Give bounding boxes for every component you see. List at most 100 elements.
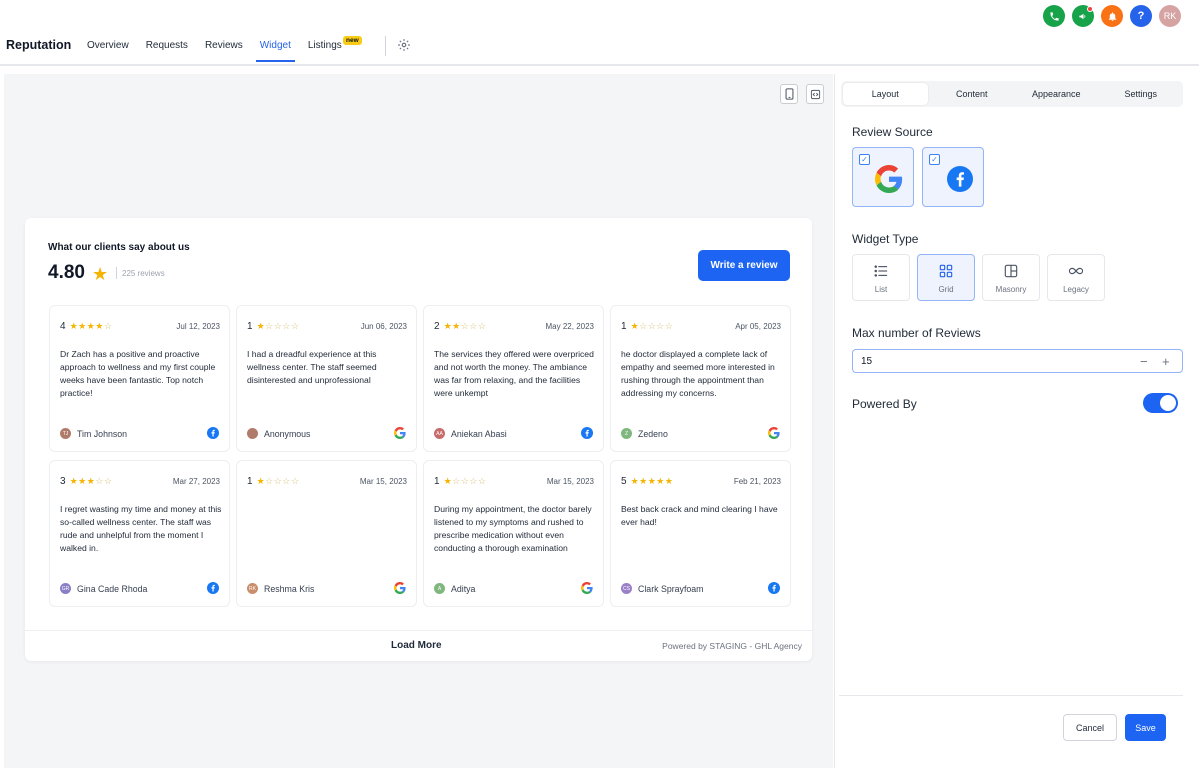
- mobile-preview-button[interactable]: [780, 84, 798, 104]
- facebook-icon[interactable]: [207, 582, 219, 594]
- review-rating: 1 ★☆☆☆☆: [621, 321, 673, 332]
- increment-button[interactable]: +: [1162, 354, 1170, 369]
- tab-content[interactable]: Content: [930, 81, 1015, 107]
- widget-type-masonry[interactable]: Masonry: [982, 254, 1040, 301]
- google-icon[interactable]: [393, 427, 406, 439]
- star-icon: ★: [92, 264, 109, 284]
- review-rating: 4 ★★★★☆: [60, 321, 112, 332]
- review-date: Jun 06, 2023: [360, 322, 407, 331]
- max-reviews-input[interactable]: 15: [852, 349, 1183, 373]
- max-reviews-label: Max number of Reviews: [852, 326, 981, 340]
- masonry-icon: [1004, 264, 1018, 278]
- powered-by-text: Powered by STAGING - GHL Agency: [662, 641, 802, 651]
- facebook-source-option[interactable]: ✓: [922, 147, 984, 207]
- save-button[interactable]: Save: [1125, 714, 1166, 741]
- review-author: RK Reshma Kris: [247, 583, 314, 594]
- review-rating: 5 ★★★★★: [621, 476, 673, 487]
- review-date: Mar 27, 2023: [172, 477, 220, 486]
- review-text: Dr Zach has a positive and proactive app…: [60, 349, 216, 398]
- tab-listings[interactable]: Listings: [308, 40, 342, 62]
- google-icon[interactable]: [580, 582, 593, 594]
- review-text: he doctor displayed a complete lack of e…: [621, 349, 775, 398]
- phone-icon[interactable]: [1043, 5, 1065, 27]
- review-rating-number: 4: [60, 321, 66, 332]
- review-date: Jul 12, 2023: [176, 322, 220, 331]
- review-author: TJ Tim Johnson: [60, 428, 127, 439]
- facebook-icon[interactable]: [768, 582, 780, 594]
- cancel-button[interactable]: Cancel: [1063, 714, 1117, 741]
- review-text: During my appointment, the doctor barely…: [434, 504, 592, 553]
- load-more-button[interactable]: Load More: [391, 640, 442, 651]
- google-source-checkbox[interactable]: ✓: [859, 154, 870, 165]
- review-rating-number: 1: [247, 476, 253, 487]
- widget-type-legacy[interactable]: Legacy: [1047, 254, 1105, 301]
- review-rating: 1 ★☆☆☆☆: [247, 321, 299, 332]
- decrement-button[interactable]: −: [1140, 354, 1148, 369]
- list-icon: [874, 265, 888, 277]
- review-card: 3 ★★★☆☆ Mar 27, 2023 I regret wasting my ti…: [49, 460, 230, 607]
- review-date: Mar 15, 2023: [359, 477, 407, 486]
- review-stars: ★☆☆☆☆: [256, 321, 300, 331]
- author-name: Aniekan Abasi: [451, 428, 507, 439]
- tab-requests[interactable]: Requests: [146, 40, 188, 62]
- author-avatar: RK: [247, 583, 258, 594]
- tab-layout[interactable]: Layout: [843, 83, 928, 105]
- write-review-button[interactable]: Write a review: [698, 250, 790, 281]
- facebook-icon[interactable]: [581, 427, 593, 439]
- review-stars: ★★★★☆: [69, 321, 113, 331]
- review-card: 5 ★★★★★ Feb 21, 2023 Best back crack and mi…: [610, 460, 791, 607]
- review-stars: ★☆☆☆☆: [256, 476, 300, 486]
- bell-icon[interactable]: [1101, 5, 1123, 27]
- widget-footer-divider: [25, 630, 812, 631]
- average-rating: 4.80: [48, 262, 85, 283]
- author-avatar: GR: [60, 583, 71, 594]
- review-rating-number: 2: [434, 321, 440, 332]
- tab-overview[interactable]: Overview: [87, 40, 129, 62]
- help-icon[interactable]: ?: [1130, 5, 1152, 27]
- widget-type-list-label: List: [874, 285, 888, 294]
- rating-divider: [116, 267, 117, 279]
- widget-type-label: Widget Type: [852, 232, 919, 246]
- tab-widget[interactable]: Widget: [255, 40, 296, 62]
- author-name: Gina Cade Rhoda: [77, 583, 148, 594]
- tab-reviews[interactable]: Reviews: [205, 40, 243, 62]
- settings-panel: Layout Content Appearance Settings Revie…: [834, 74, 1199, 768]
- review-card: 4 ★★★★☆ Jul 12, 2023 Dr Zach has a positive…: [49, 305, 230, 452]
- author-avatar: A: [434, 583, 445, 594]
- review-text: I regret wasting my time and money at th…: [60, 504, 222, 553]
- review-text: I had a dreadful experience at this well…: [247, 349, 377, 385]
- widget-type-list[interactable]: List: [852, 254, 910, 301]
- facebook-source-checkbox[interactable]: ✓: [929, 154, 940, 165]
- widget-type-grid-label: Grid: [938, 285, 954, 294]
- review-author: Anonymous: [247, 428, 310, 439]
- review-card: 1 ★☆☆☆☆ Mar 15, 2023 During my appointment,…: [423, 460, 604, 607]
- widget-type-grid[interactable]: Grid: [917, 254, 975, 301]
- author-avatar: AA: [434, 428, 445, 439]
- embed-code-button[interactable]: [806, 84, 824, 104]
- review-date: May 22, 2023: [545, 322, 594, 331]
- tab-appearance[interactable]: Appearance: [1014, 81, 1099, 107]
- review-author: Z Zedeno: [621, 428, 668, 439]
- review-date: Feb 21, 2023: [733, 477, 781, 486]
- author-name: Reshma Kris: [264, 583, 315, 594]
- main-nav: Overview Requests Reviews Widget Listing…: [87, 40, 359, 62]
- top-action-icons: ? RK: [1043, 5, 1181, 27]
- review-rating: 1 ★☆☆☆☆: [434, 476, 486, 487]
- review-stars: ★☆☆☆☆: [630, 321, 674, 331]
- review-rating-number: 3: [60, 476, 66, 487]
- google-icon[interactable]: [393, 582, 406, 594]
- widget-type-masonry-label: Masonry: [995, 285, 1027, 294]
- google-source-option[interactable]: ✓: [852, 147, 914, 207]
- panel-tabs: Layout Content Appearance Settings: [841, 81, 1183, 107]
- author-avatar: [247, 428, 258, 439]
- facebook-icon[interactable]: [207, 427, 219, 439]
- settings-gear-icon[interactable]: [397, 38, 411, 52]
- megaphone-icon[interactable]: [1072, 5, 1094, 27]
- tab-settings[interactable]: Settings: [1099, 81, 1184, 107]
- google-icon[interactable]: [767, 427, 780, 439]
- review-grid: 4 ★★★★☆ Jul 12, 2023 Dr Zach has a positive…: [49, 305, 791, 607]
- review-stars: ★★☆☆☆: [443, 321, 487, 331]
- widget-title: What our clients say about us: [48, 242, 190, 253]
- powered-by-toggle[interactable]: [1143, 393, 1178, 413]
- user-avatar[interactable]: RK: [1159, 5, 1181, 27]
